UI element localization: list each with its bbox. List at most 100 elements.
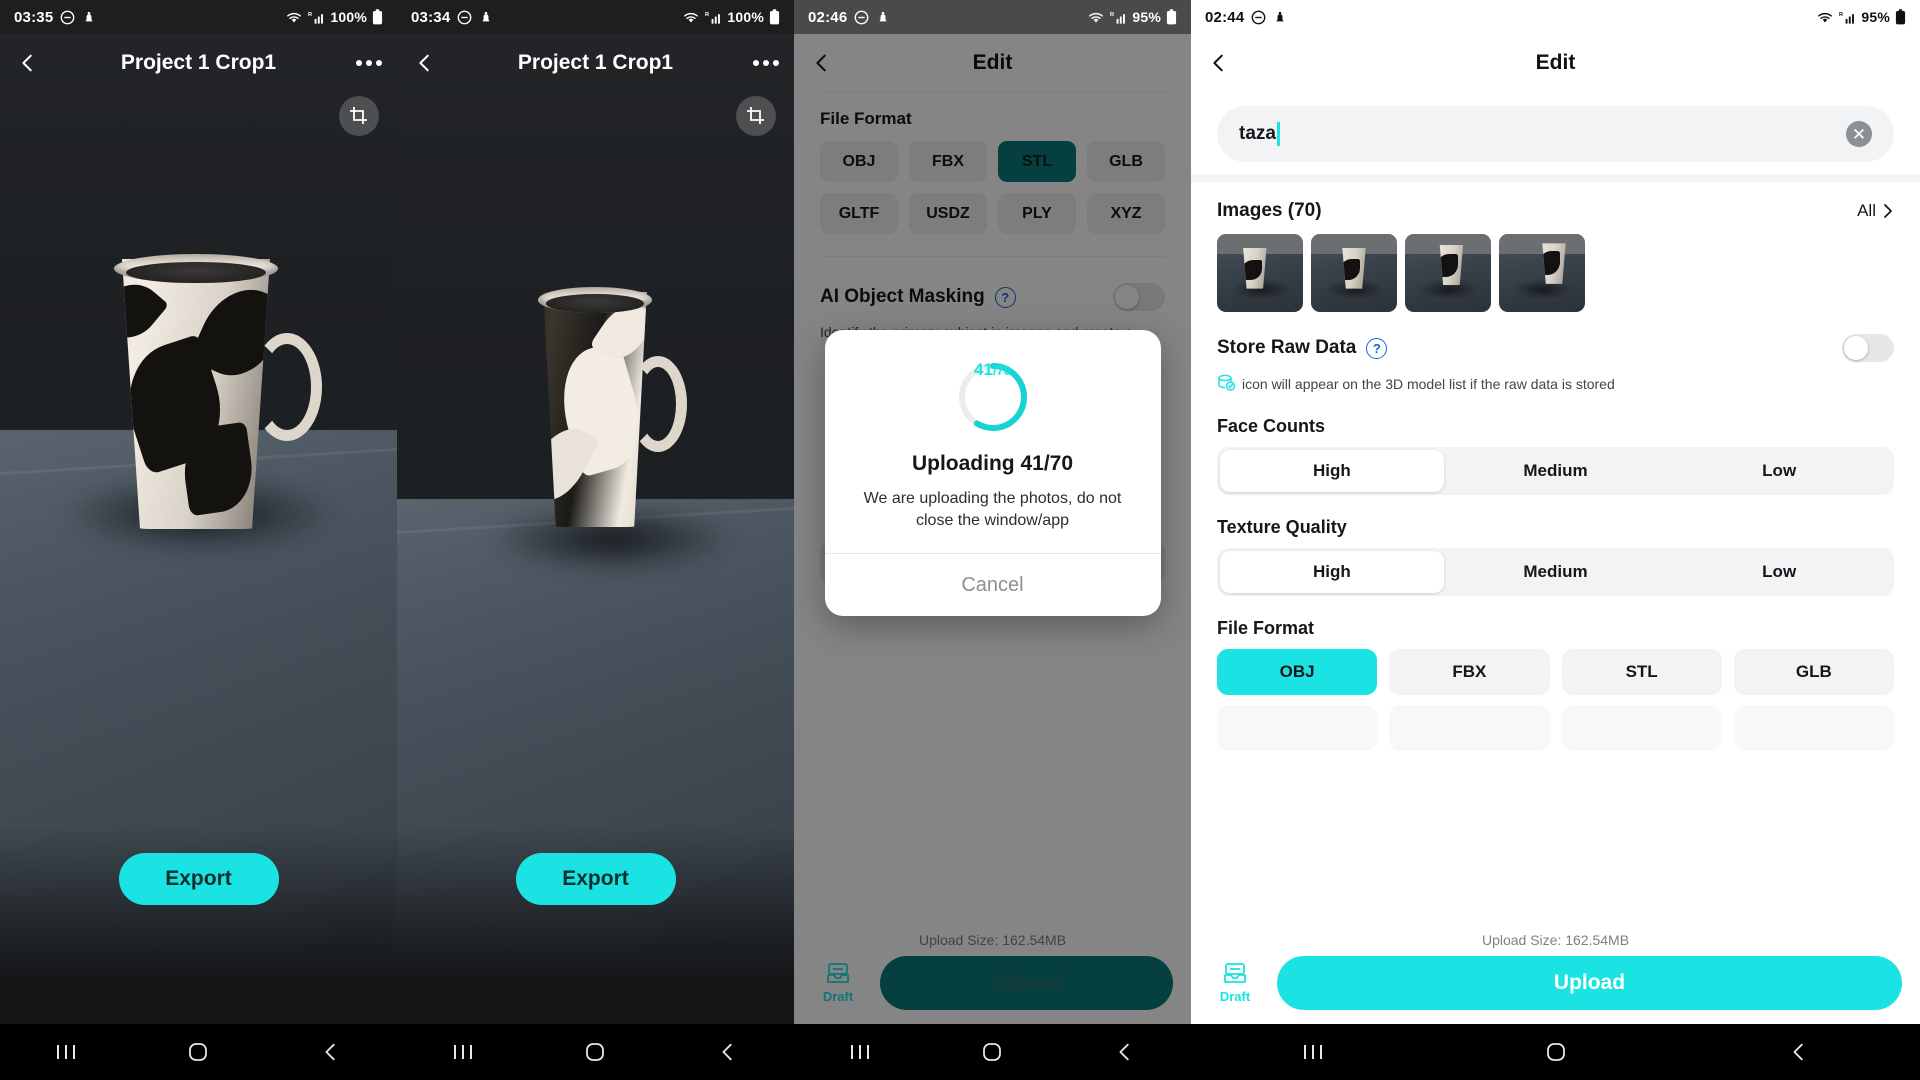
format-option-extra[interactable] (1561, 704, 1722, 751)
draft-icon (1224, 963, 1246, 983)
recents-icon[interactable] (825, 1029, 895, 1075)
progress-ring: 41 /70 (956, 360, 1030, 434)
view-all-link[interactable]: All (1857, 201, 1894, 221)
android-nav-bar-4 (1191, 1024, 1920, 1080)
status-time: 02:44 (1205, 8, 1245, 26)
back-icon[interactable] (1090, 1029, 1160, 1075)
android-nav-bar-2 (397, 1024, 794, 1080)
mug-interior (126, 261, 266, 284)
section-divider (1191, 174, 1920, 182)
status-left-2: 03:34 (411, 9, 493, 26)
cancel-button[interactable]: Cancel (825, 554, 1161, 616)
store-raw-label: Store Raw Data (1217, 337, 1357, 358)
format-option-glb[interactable]: GLB (1733, 648, 1894, 695)
home-icon[interactable] (163, 1029, 233, 1075)
upload-button[interactable]: Upload (1277, 956, 1902, 1010)
dialog-title: Uploading 41/70 (911, 452, 1074, 475)
mug-interior (546, 294, 644, 314)
do-not-disturb-icon (457, 10, 472, 25)
file-format-row: OBJ FBX STL GLB (1217, 648, 1894, 695)
mug-model (96, 253, 322, 529)
crop-icon[interactable] (736, 96, 776, 136)
home-icon[interactable] (1521, 1029, 1591, 1075)
clear-icon[interactable]: ✕ (1846, 121, 1872, 147)
wifi-icon (1816, 10, 1834, 24)
battery-percent: 100% (727, 9, 764, 25)
draft-button[interactable]: Draft (1209, 962, 1261, 1004)
home-icon[interactable] (560, 1029, 630, 1075)
images-header: Images (70) All (1217, 200, 1894, 222)
thumb-pattern (1243, 260, 1262, 281)
model-viewport-2[interactable]: Export (397, 34, 794, 1024)
svg-text:R: R (1839, 12, 1843, 18)
back-icon[interactable] (296, 1029, 366, 1075)
format-option-extra[interactable] (1217, 704, 1378, 751)
image-thumbnail[interactable] (1405, 234, 1491, 312)
battery-icon (372, 9, 383, 25)
page-title: Project 1 Crop1 (517, 51, 674, 74)
crop-icon[interactable] (339, 96, 379, 136)
raw-data-icon (1217, 374, 1239, 392)
image-thumbnail[interactable] (1499, 234, 1585, 312)
export-button[interactable]: Export (118, 853, 279, 905)
store-raw-description-text: icon will appear on the 3D model list if… (1242, 376, 1615, 392)
image-thumbnail-list[interactable] (1217, 234, 1894, 312)
upload-size-label: Upload Size: 162.54MB (1481, 932, 1630, 948)
texture-quality-segmented: High Medium Low (1217, 547, 1894, 596)
image-thumbnail[interactable] (1217, 234, 1303, 312)
progress-current: 41 (974, 360, 993, 379)
phone-screen-1: 03:35 R 100% Export Project 1 Crop1 (0, 0, 397, 1080)
phone-screen-4: 02:44 R 95% Edit taza ✕ Images (70) All … (1191, 0, 1920, 1080)
battery-percent: 95% (1861, 9, 1890, 25)
export-button[interactable]: Export (515, 853, 676, 905)
back-arrow-icon[interactable] (397, 35, 453, 91)
texture-quality-high[interactable]: High (1220, 550, 1444, 593)
model-viewport-1[interactable]: Export (0, 34, 397, 1024)
search-value: taza (1239, 123, 1276, 144)
app-bar-2: Project 1 Crop1 (397, 34, 794, 92)
recents-icon[interactable] (31, 1029, 101, 1075)
svg-text:R: R (705, 12, 709, 18)
dialog-content: 41 /70 Uploading 41/70 We are uploading … (825, 330, 1161, 553)
mug-model (525, 287, 687, 527)
texture-quality-label: Texture Quality (1217, 516, 1347, 537)
home-icon[interactable] (957, 1029, 1027, 1075)
progress-total: /70 (992, 363, 1011, 378)
face-counts-medium[interactable]: Medium (1444, 450, 1668, 492)
recents-icon[interactable] (428, 1029, 498, 1075)
format-option-obj[interactable]: OBJ (1217, 648, 1378, 695)
do-not-disturb-icon (1251, 10, 1266, 25)
store-raw-row: Store Raw Data ? (1217, 334, 1894, 362)
face-counts-low[interactable]: Low (1667, 450, 1891, 492)
store-raw-label-wrap: Store Raw Data ? (1217, 337, 1388, 359)
dot (366, 60, 372, 66)
thumb-pattern (1439, 253, 1458, 277)
store-raw-toggle[interactable] (1842, 334, 1894, 362)
more-options-icon[interactable] (738, 35, 794, 91)
images-section: Images (70) All Store Raw Data ? icon wi… (1191, 200, 1920, 751)
format-option-fbx[interactable]: FBX (1389, 648, 1550, 695)
dot (376, 60, 382, 66)
format-option-stl[interactable]: STL (1561, 648, 1722, 695)
back-icon[interactable] (693, 1029, 763, 1075)
wifi-icon (682, 10, 700, 24)
texture-quality-medium[interactable]: Medium (1444, 551, 1668, 593)
recents-icon[interactable] (1278, 1029, 1348, 1075)
texture-quality-low[interactable]: Low (1667, 551, 1891, 593)
status-time: 03:35 (14, 8, 54, 26)
face-counts-high[interactable]: High (1220, 449, 1444, 492)
help-icon[interactable]: ? (1366, 337, 1388, 359)
back-arrow-icon[interactable] (0, 35, 56, 91)
format-option-extra[interactable] (1733, 704, 1894, 751)
image-thumbnail[interactable] (1311, 234, 1397, 312)
more-options-icon[interactable] (341, 35, 397, 91)
format-option-extra[interactable] (1389, 704, 1550, 751)
alarm-icon (82, 10, 96, 24)
page-title: Edit (1535, 51, 1576, 74)
search-input[interactable]: taza ✕ (1217, 106, 1894, 162)
app-bar-1: Project 1 Crop1 (0, 34, 397, 92)
alarm-icon (1273, 10, 1287, 24)
face-counts-label: Face Counts (1217, 415, 1326, 436)
phone-screen-3: 02:46 R 95% Edit File Format OBJ FBX STL… (794, 0, 1191, 1080)
back-icon[interactable] (1764, 1029, 1834, 1075)
